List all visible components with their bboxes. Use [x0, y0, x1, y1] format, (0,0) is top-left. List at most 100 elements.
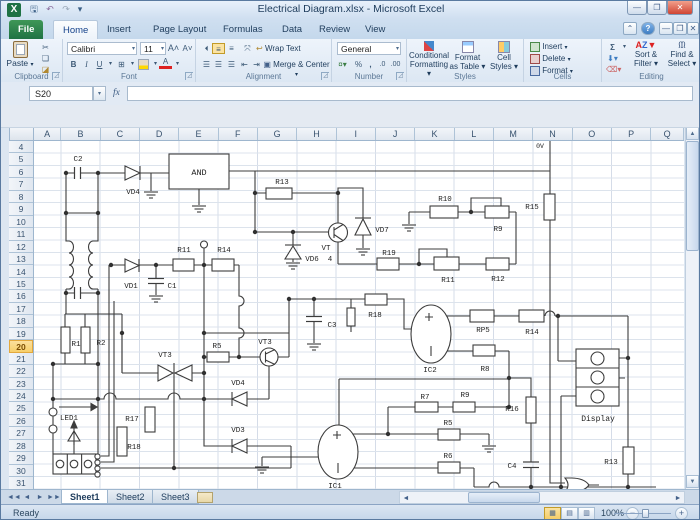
- column-header-F[interactable]: F: [219, 128, 258, 140]
- row-header-16[interactable]: 16: [9, 290, 33, 302]
- column-header-A[interactable]: A: [34, 128, 61, 140]
- scroll-up-icon[interactable]: ▲: [686, 127, 699, 140]
- doc-minimize-icon[interactable]: —: [659, 22, 673, 35]
- sheet-tab-3[interactable]: Sheet3: [152, 490, 199, 504]
- minimize-button[interactable]: —: [627, 1, 647, 15]
- restore-button[interactable]: ❐: [647, 1, 667, 15]
- column-header-O[interactable]: O: [573, 128, 612, 140]
- column-header-L[interactable]: L: [455, 128, 494, 140]
- column-header-N[interactable]: N: [533, 128, 572, 140]
- select-all-corner[interactable]: [9, 127, 34, 141]
- sort-filter-button[interactable]: AZ▼ Sort & Filter ▾: [628, 41, 664, 68]
- find-select-button[interactable]: ᙢ Find & Select ▾: [664, 41, 700, 68]
- format-as-table-button[interactable]: Format as Table ▾: [449, 41, 486, 71]
- cell-styles-button[interactable]: Cell Styles ▾: [487, 41, 521, 71]
- formula-input[interactable]: [127, 86, 693, 101]
- column-header-D[interactable]: D: [140, 128, 179, 140]
- row-header-10[interactable]: 10: [9, 216, 33, 228]
- column-header-Q[interactable]: Q: [651, 128, 684, 140]
- paste-button[interactable]: Paste ▾: [5, 41, 35, 68]
- cut-icon[interactable]: ✂: [39, 42, 52, 53]
- copy-icon[interactable]: ❏: [39, 53, 52, 64]
- italic-button[interactable]: I: [80, 59, 93, 70]
- column-header-E[interactable]: E: [179, 128, 218, 140]
- alignment-dialog-launcher[interactable]: ◿: [321, 72, 329, 80]
- fx-icon[interactable]: fx: [113, 88, 120, 98]
- page-layout-view-icon[interactable]: ▤: [561, 507, 578, 520]
- row-header-29[interactable]: 29: [9, 452, 33, 464]
- vertical-scrollbar[interactable]: ▲ ▼: [685, 127, 698, 489]
- row-header-26[interactable]: 26: [9, 415, 33, 427]
- clipboard-dialog-launcher[interactable]: ◿: [52, 72, 60, 80]
- font-name-combo[interactable]: Calibri▾: [67, 42, 137, 55]
- horizontal-scrollbar[interactable]: ◄ ►: [399, 491, 685, 504]
- row-header-27[interactable]: 27: [9, 427, 33, 439]
- help-icon[interactable]: ?: [641, 22, 655, 35]
- bold-button[interactable]: B: [67, 59, 80, 70]
- increase-decimal-icon[interactable]: .0: [376, 59, 389, 70]
- row-header-22[interactable]: 22: [9, 365, 33, 377]
- row-header-19[interactable]: 19: [9, 328, 33, 340]
- scroll-down-icon[interactable]: ▼: [686, 475, 699, 488]
- align-center-icon[interactable]: ☰: [212, 59, 225, 70]
- doc-restore-icon[interactable]: ❐: [673, 22, 687, 35]
- sheet-grid[interactable]: [34, 141, 684, 489]
- accounting-format-icon[interactable]: ¤▾: [336, 59, 349, 70]
- row-header-12[interactable]: 12: [9, 241, 33, 253]
- grow-font-icon[interactable]: A˄: [167, 43, 180, 54]
- close-button[interactable]: ✕: [667, 1, 693, 15]
- align-right-icon[interactable]: ☰: [225, 59, 238, 70]
- row-header-24[interactable]: 24: [9, 390, 33, 402]
- tab-review[interactable]: Review: [310, 20, 359, 39]
- row-header-9[interactable]: 9: [9, 203, 33, 215]
- next-sheet-icon[interactable]: ►: [34, 491, 46, 504]
- row-header-5[interactable]: 5: [9, 153, 33, 165]
- zoom-in-icon[interactable]: +: [675, 507, 688, 520]
- row-header-21[interactable]: 21: [9, 353, 33, 365]
- orientation-icon[interactable]: ⤧: [241, 43, 254, 54]
- number-format-combo[interactable]: General▾: [337, 42, 401, 55]
- row-header-18[interactable]: 18: [9, 315, 33, 327]
- row-header-28[interactable]: 28: [9, 440, 33, 452]
- prev-sheet-icon[interactable]: ◄: [21, 491, 33, 504]
- align-middle-icon[interactable]: ≡: [212, 43, 225, 54]
- doc-close-icon[interactable]: ✕: [687, 22, 699, 35]
- row-header-4[interactable]: 4: [9, 141, 33, 153]
- first-sheet-icon[interactable]: ◄◄: [7, 491, 19, 504]
- row-header-6[interactable]: 6: [9, 166, 33, 178]
- number-dialog-launcher[interactable]: ◿: [396, 72, 404, 80]
- column-headers[interactable]: ABCDEFGHIJKLMNOPQ: [34, 127, 684, 141]
- wrap-text-button[interactable]: ↩ Wrap Text: [256, 44, 301, 53]
- row-header-31[interactable]: 31: [9, 477, 33, 489]
- row-headers[interactable]: 4567891011121314151617181920212223242526…: [9, 141, 34, 489]
- insert-worksheet-icon[interactable]: [197, 492, 213, 503]
- tab-insert[interactable]: Insert: [98, 20, 140, 39]
- column-header-M[interactable]: M: [494, 128, 533, 140]
- delete-button[interactable]: Delete ▾: [530, 54, 571, 64]
- row-header-15[interactable]: 15: [9, 278, 33, 290]
- tab-page-layout[interactable]: Page Layout: [144, 20, 215, 39]
- font-color-dropdown-icon[interactable]: ▾: [171, 59, 184, 70]
- column-header-P[interactable]: P: [612, 128, 651, 140]
- font-dialog-launcher[interactable]: ◿: [185, 72, 193, 80]
- column-header-J[interactable]: J: [376, 128, 415, 140]
- row-header-30[interactable]: 30: [9, 465, 33, 477]
- column-header-I[interactable]: I: [337, 128, 376, 140]
- name-box-dropdown-icon[interactable]: ▾: [93, 86, 106, 101]
- row-header-11[interactable]: 11: [9, 228, 33, 240]
- tab-formulas[interactable]: Formulas: [214, 20, 272, 39]
- row-header-17[interactable]: 17: [9, 303, 33, 315]
- row-header-8[interactable]: 8: [9, 191, 33, 203]
- last-sheet-icon[interactable]: ►►: [47, 491, 59, 504]
- fill-icon[interactable]: ⬇▾: [606, 53, 619, 64]
- row-header-20[interactable]: 20: [9, 340, 33, 352]
- sheet-tab-1[interactable]: Sheet1: [61, 490, 109, 504]
- tab-home[interactable]: Home: [53, 20, 98, 39]
- column-header-H[interactable]: H: [297, 128, 336, 140]
- sheet-tab-2[interactable]: Sheet2: [107, 490, 154, 504]
- tab-file[interactable]: File: [9, 20, 43, 39]
- zoom-slider-thumb[interactable]: [642, 509, 649, 518]
- column-header-C[interactable]: C: [101, 128, 140, 140]
- row-header-23[interactable]: 23: [9, 378, 33, 390]
- name-box[interactable]: S20: [29, 86, 93, 101]
